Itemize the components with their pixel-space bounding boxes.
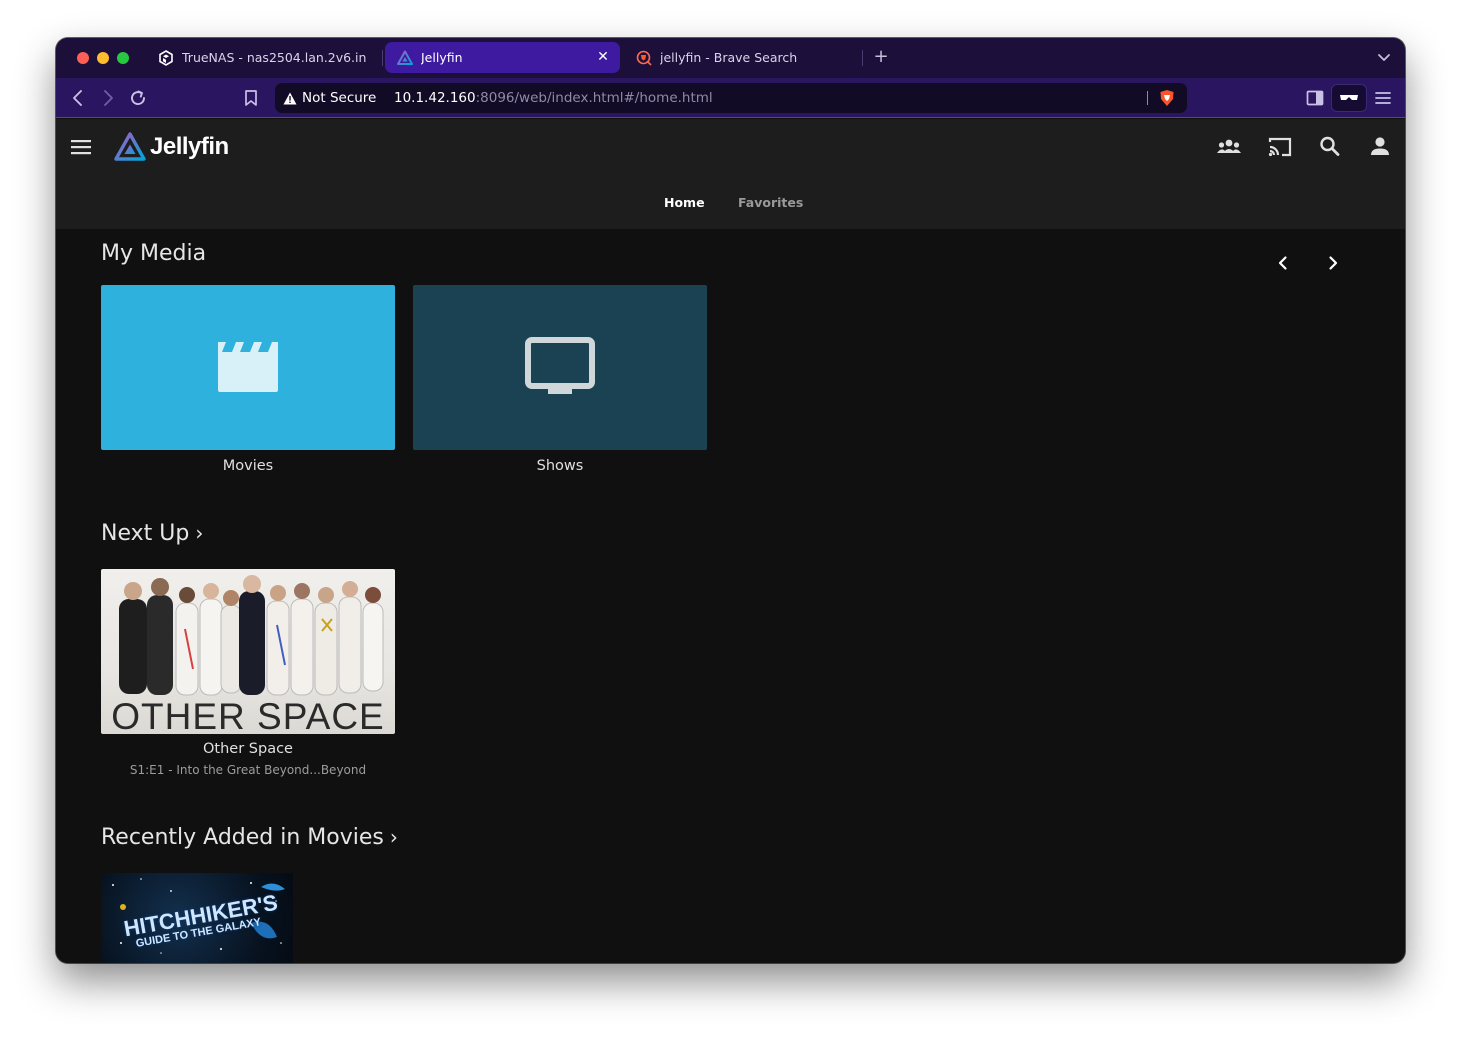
jellyfin-logo[interactable]: Jellyfin [114,131,229,163]
chevron-left-icon[interactable] [1273,253,1293,273]
search-icon[interactable] [1317,135,1343,159]
card-title[interactable]: Shows [413,458,707,474]
warning-icon [283,92,297,104]
tab-label: jellyfin - Brave Search [660,50,798,65]
sidebar-toggle-icon[interactable] [1305,88,1325,108]
glasses-icon [1340,95,1358,100]
episode-thumbnail[interactable]: OTHER SPACE [101,569,395,734]
address-toolbar: Not Secure 10.1.42.160:8096/web/index.ht… [56,78,1405,118]
jellyfin-icon [397,50,413,65]
address-bar[interactable]: Not Secure 10.1.42.160:8096/web/index.ht… [275,83,1187,113]
tab-divider [382,50,383,66]
close-window-button[interactable] [77,52,89,64]
security-indicator[interactable]: Not Secure [283,83,376,113]
tab-brave-search[interactable]: jellyfin - Brave Search [624,42,860,73]
new-tab-button[interactable]: + [871,47,891,67]
card-title[interactable]: Movies [101,458,395,474]
url-path: :8096/web/index.html#/home.html [475,90,713,106]
movie-poster[interactable]: HITCHHIKER'S GUIDE TO THE GALAXY [101,873,293,963]
cast-icon[interactable] [1267,135,1293,159]
next-up-card[interactable]: OTHER SPACE Other Space S1:E1 - Into the… [101,569,395,784]
library-card-image[interactable] [101,285,395,450]
chevron-right-icon[interactable] [1323,253,1343,273]
url-text[interactable]: 10.1.42.160:8096/web/index.html#/home.ht… [394,83,713,113]
movie-card[interactable]: HITCHHIKER'S GUIDE TO THE GALAXY [101,873,293,963]
card-title[interactable]: Other Space [101,741,395,757]
browser-window: TrueNAS - nas2504.lan.2v6.in Jellyfin ✕ … [56,38,1405,963]
tab-home[interactable]: Home [664,195,705,210]
security-label: Not Secure [302,90,377,106]
library-card-image[interactable] [413,285,707,450]
tab-truenas[interactable]: TrueNAS - nas2504.lan.2v6.in [146,42,382,73]
sync-play-icon[interactable] [1216,135,1242,159]
url-host: 10.1.42.160 [394,90,476,106]
tab-bar: TrueNAS - nas2504.lan.2v6.in Jellyfin ✕ … [56,38,1405,78]
film-clapper-icon [218,342,278,392]
menu-icon[interactable] [1373,88,1393,108]
library-card-movies[interactable]: Movies [101,285,395,480]
artwork-text: OTHER SPACE [111,696,385,734]
tab-label: TrueNAS - nas2504.lan.2v6.in [182,50,367,65]
hamburger-menu-icon[interactable] [70,138,92,156]
logo-text: Jellyfin [150,133,229,160]
tab-divider [862,50,863,66]
tab-jellyfin[interactable]: Jellyfin ✕ [385,42,620,73]
truenas-icon [159,49,173,66]
jellyfin-logo-icon [114,132,146,161]
minimize-window-button[interactable] [97,52,109,64]
recently-added-movies-heading[interactable]: Recently Added in Movies › [101,825,398,850]
section-title-text: Recently Added in Movies [101,825,384,850]
card-subtitle[interactable]: S1:E1 - Into the Great Beyond...Beyond [101,763,395,777]
close-tab-icon[interactable]: ✕ [594,48,612,66]
library-card-shows[interactable]: Shows [413,285,707,480]
chevron-right-icon: › [389,825,398,849]
tv-icon [525,337,595,394]
tab-label: Jellyfin [421,50,463,65]
tab-favorites[interactable]: Favorites [738,195,803,210]
brave-shields-icon[interactable] [1158,89,1176,107]
chevron-down-icon[interactable] [1375,48,1393,66]
my-media-heading: My Media [101,241,207,266]
section-title-text: Next Up [101,521,190,546]
chevron-right-icon: › [195,521,204,545]
wallet-button[interactable] [1331,84,1367,112]
bookmark-icon[interactable] [241,88,261,108]
jellyfin-app: Jellyfin Home Favorites My Media Movies … [56,119,1405,963]
app-header: Jellyfin Home Favorites [56,119,1405,229]
reload-icon[interactable] [128,88,148,108]
next-up-heading[interactable]: Next Up › [101,521,203,546]
zoom-window-button[interactable] [117,52,129,64]
user-icon[interactable] [1367,135,1393,159]
back-icon[interactable] [68,88,88,108]
brave-search-icon [636,50,652,66]
forward-icon[interactable] [98,88,118,108]
url-divider [1147,91,1148,105]
